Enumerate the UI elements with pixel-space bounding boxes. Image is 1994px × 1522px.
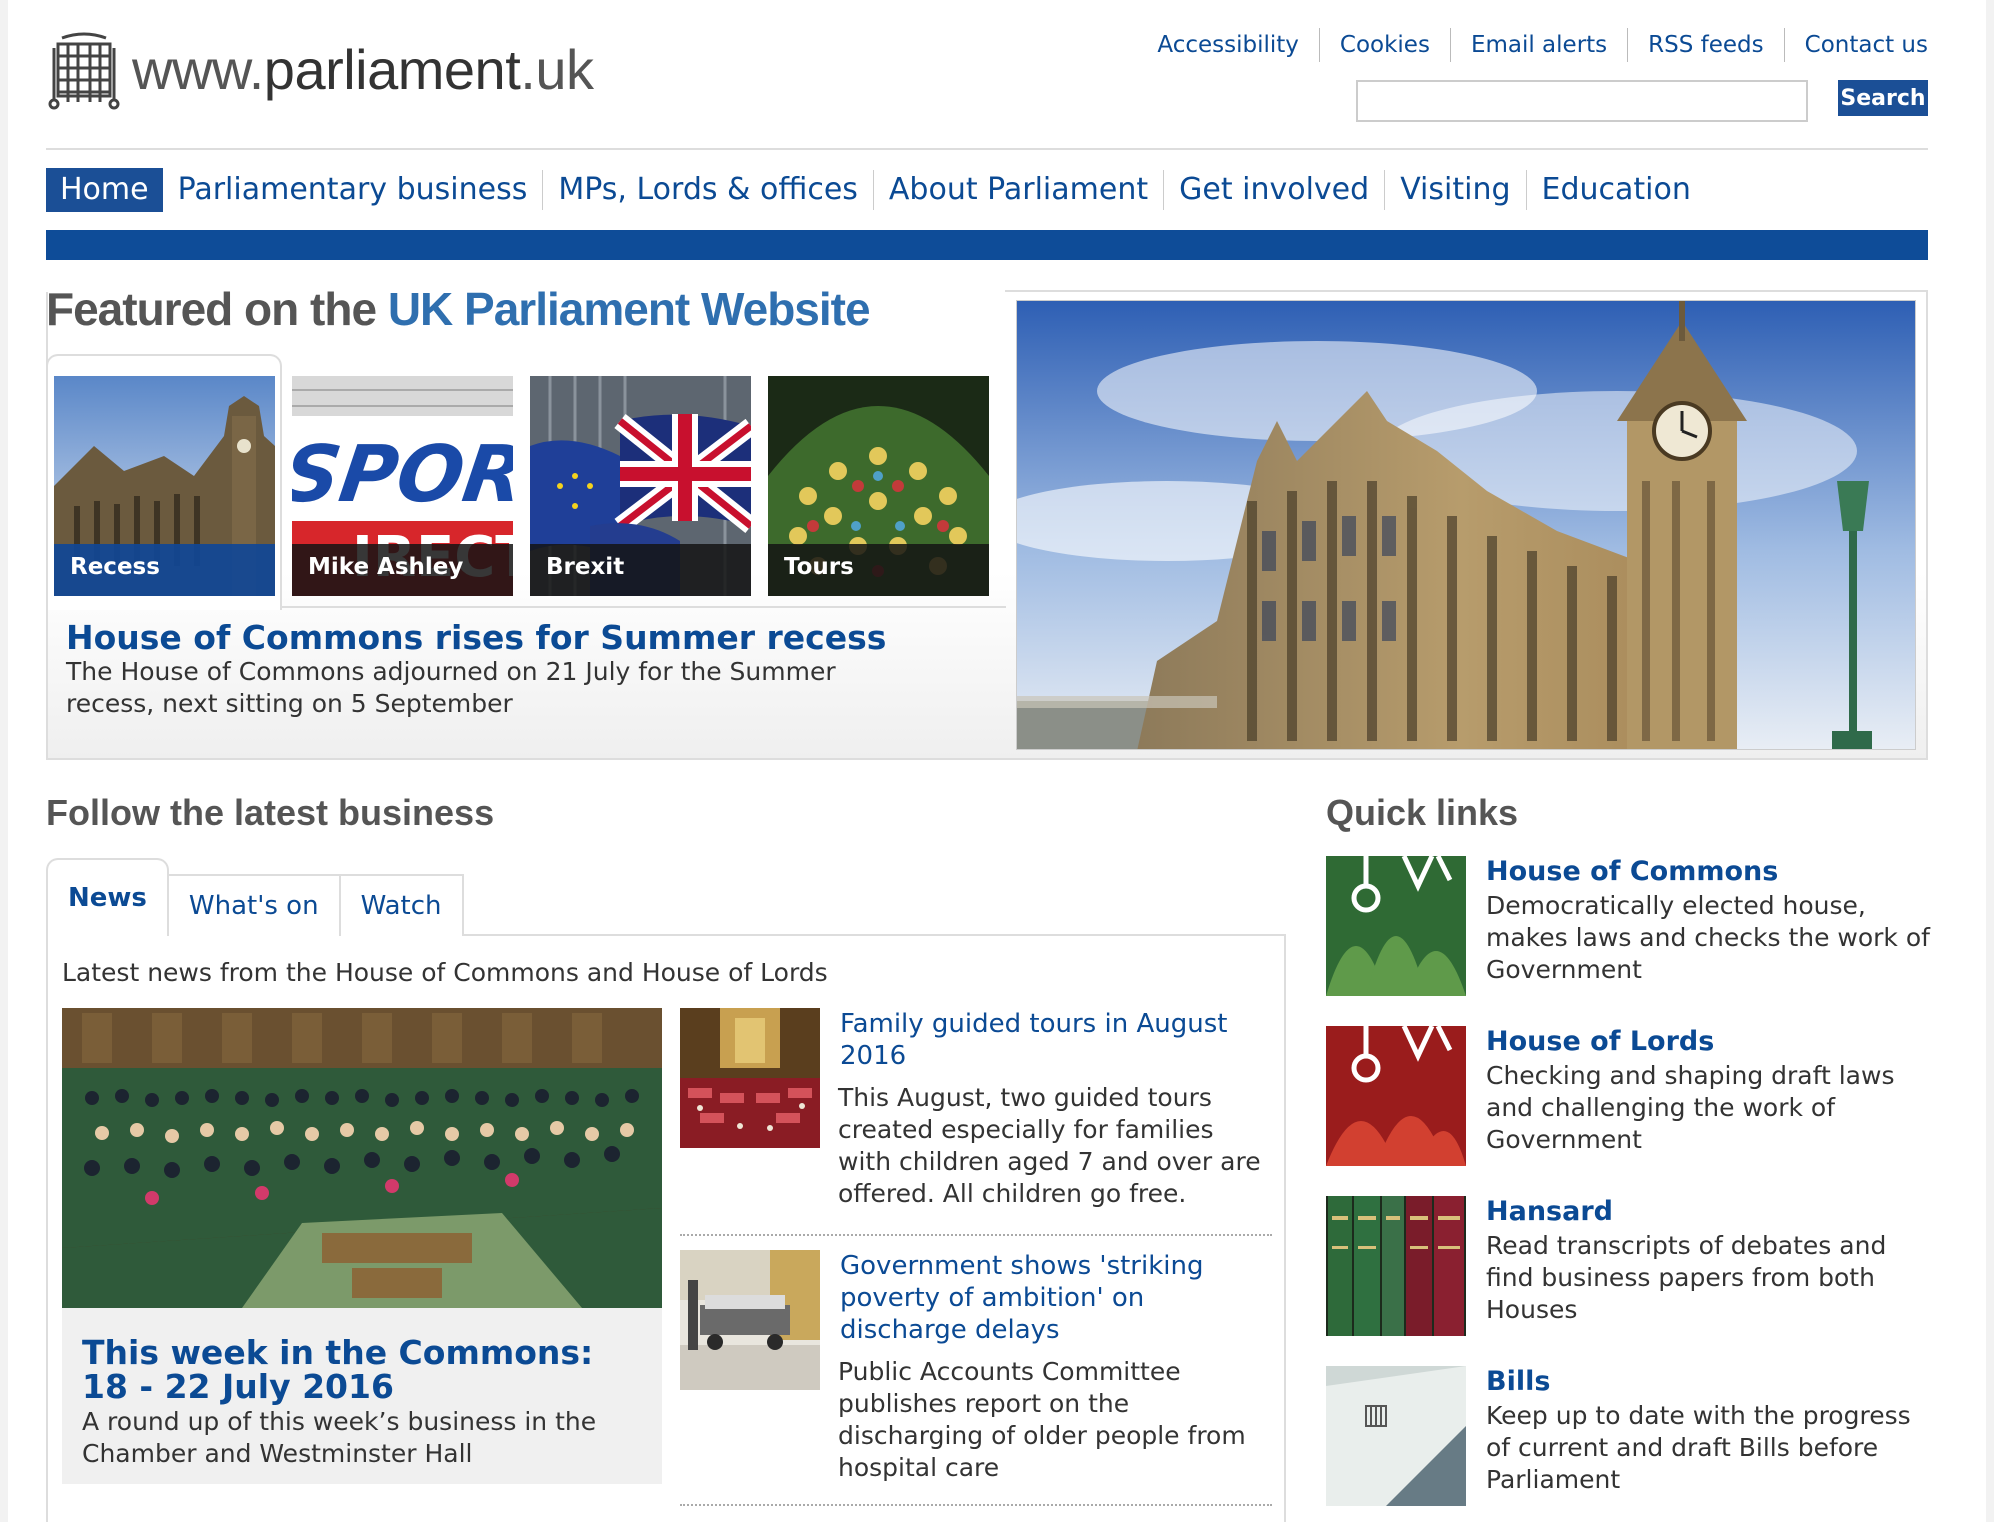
quick-link-description: Checking and shaping draft laws and chal…: [1486, 1061, 1895, 1154]
quick-link-house-of-commons: House of Commons Democratically elected …: [1326, 856, 1930, 1006]
news-item: Family guided tours in August 2016 This …: [680, 1008, 1272, 1208]
featured-headline-link[interactable]: House of Commons rises for Summer recess: [66, 618, 886, 657]
lords-chamber-thumb: [680, 1008, 820, 1148]
featured-thumb-brexit[interactable]: Brexit: [530, 376, 751, 596]
tab-news[interactable]: News: [46, 858, 169, 936]
page-margin-right: [1986, 0, 1994, 1522]
commons-green-icon: [1326, 856, 1466, 996]
lords-red-icon: [1326, 1026, 1466, 1166]
quick-link-hansard: Hansard Read transcripts of debates and …: [1326, 1196, 1928, 1346]
portcullis-icon: [48, 32, 120, 110]
thumb-caption: Mike Ashley: [292, 544, 513, 596]
quick-link-bills: Bills Keep up to date with the progress …: [1326, 1366, 1928, 1516]
featured-summary: The House of Commons adjourned on 21 Jul…: [66, 657, 836, 718]
nav-bar-strip: [46, 230, 1928, 260]
thumb-caption: Brexit: [530, 544, 751, 596]
quick-link-image[interactable]: [1326, 1366, 1466, 1506]
quick-link-image[interactable]: [1326, 1196, 1466, 1336]
search-input[interactable]: [1356, 80, 1808, 122]
nav-education[interactable]: Education: [1525, 170, 1706, 210]
nav-visiting[interactable]: Visiting: [1384, 170, 1525, 210]
quick-link-image[interactable]: [1326, 1026, 1466, 1166]
featured-tabs-underline: [282, 606, 1006, 608]
featured-thumb-recess[interactable]: Recess: [54, 376, 275, 596]
quick-link-title[interactable]: Hansard: [1486, 1196, 1613, 1228]
thumb-caption: Recess: [54, 544, 275, 596]
news-item-summary: Public Accounts Committee publishes repo…: [838, 1357, 1246, 1482]
news-item: Government shows 'striking poverty of am…: [680, 1250, 1272, 1490]
tab-whats-on[interactable]: What's on: [166, 874, 341, 936]
bills-document-icon: [1326, 1366, 1466, 1506]
site-logo[interactable]: www.parliament.uk: [48, 28, 594, 110]
news-lead-summary: A round up of this week’s business in th…: [82, 1407, 597, 1468]
header-divider: [46, 148, 1928, 150]
hero-westminster-image: [1017, 301, 1915, 749]
business-section-title: Follow the latest business: [46, 792, 495, 833]
featured-thumb-mike-ashley[interactable]: SPOR IRECT Mike Ashley: [292, 376, 513, 596]
cookies-link[interactable]: Cookies: [1318, 28, 1450, 62]
page: www.parliament.uk Accessibility Cookies …: [0, 0, 1994, 1522]
news-divider: [680, 1234, 1272, 1236]
nav-about-parliament[interactable]: About Parliament: [872, 170, 1163, 210]
news-item-image[interactable]: [680, 1250, 820, 1390]
quick-link-house-of-lords: House of Lords Checking and shaping draf…: [1326, 1026, 1928, 1176]
nav-mps-lords-offices[interactable]: MPs, Lords & offices: [542, 170, 873, 210]
news-item-title[interactable]: Government shows 'striking poverty of am…: [840, 1250, 1270, 1346]
quick-link-description: Read transcripts of debates and find bus…: [1486, 1231, 1887, 1324]
quick-link-title[interactable]: Bills: [1486, 1366, 1550, 1398]
quick-link-description: Democratically elected house, makes laws…: [1486, 891, 1930, 984]
email-alerts-link[interactable]: Email alerts: [1449, 28, 1627, 62]
quick-link-image[interactable]: [1326, 856, 1466, 996]
nav-home[interactable]: Home: [46, 168, 163, 212]
site-logo-text: www.parliament.uk: [132, 37, 594, 101]
quick-link-description: Keep up to date with the progress of cur…: [1486, 1401, 1911, 1494]
commons-chamber-image: [62, 1008, 662, 1308]
nav-get-involved[interactable]: Get involved: [1163, 170, 1384, 210]
rss-feeds-link[interactable]: RSS feeds: [1627, 28, 1783, 62]
hospital-thumb: [680, 1250, 820, 1390]
news-divider: [680, 1504, 1272, 1506]
news-item-image[interactable]: [680, 1008, 820, 1148]
contact-us-link[interactable]: Contact us: [1783, 28, 1928, 62]
hansard-books-icon: [1326, 1196, 1466, 1336]
quick-links-title: Quick links: [1326, 792, 1519, 833]
tab-watch[interactable]: Watch: [338, 874, 464, 936]
featured-thumb-tours[interactable]: Tours: [768, 376, 989, 596]
featured-hero-image[interactable]: [1016, 300, 1916, 750]
page-margin-left: [0, 0, 8, 1522]
nav-parliamentary-business[interactable]: Parliamentary business: [163, 170, 543, 210]
thumb-caption: Tours: [768, 544, 989, 596]
news-item-title[interactable]: Family guided tours in August 2016: [840, 1008, 1270, 1072]
svg-text:SPOR: SPOR: [292, 429, 513, 520]
quick-link-title[interactable]: House of Lords: [1486, 1026, 1714, 1058]
quick-link-title[interactable]: House of Commons: [1486, 856, 1778, 888]
news-intro: Latest news from the House of Commons an…: [62, 958, 828, 987]
news-lead-image[interactable]: [62, 1008, 662, 1308]
accessibility-link[interactable]: Accessibility: [1137, 28, 1319, 62]
news-lead-card[interactable]: This week in the Commons: 18 - 22 July 2…: [62, 1308, 662, 1484]
search-button[interactable]: Search: [1838, 80, 1928, 116]
featured-title: Featured on the UK Parliament Website: [46, 283, 871, 335]
featured-panel-border: [1005, 290, 1928, 292]
business-tabs: News What's on Watch: [46, 858, 464, 936]
news-item-summary: This August, two guided tours created es…: [838, 1083, 1261, 1208]
utility-nav: Accessibility Cookies Email alerts RSS f…: [1137, 28, 1928, 62]
main-nav: Home Parliamentary business MPs, Lords &…: [46, 168, 1706, 212]
news-lead-title[interactable]: This week in the Commons: 18 - 22 July 2…: [82, 1336, 642, 1404]
